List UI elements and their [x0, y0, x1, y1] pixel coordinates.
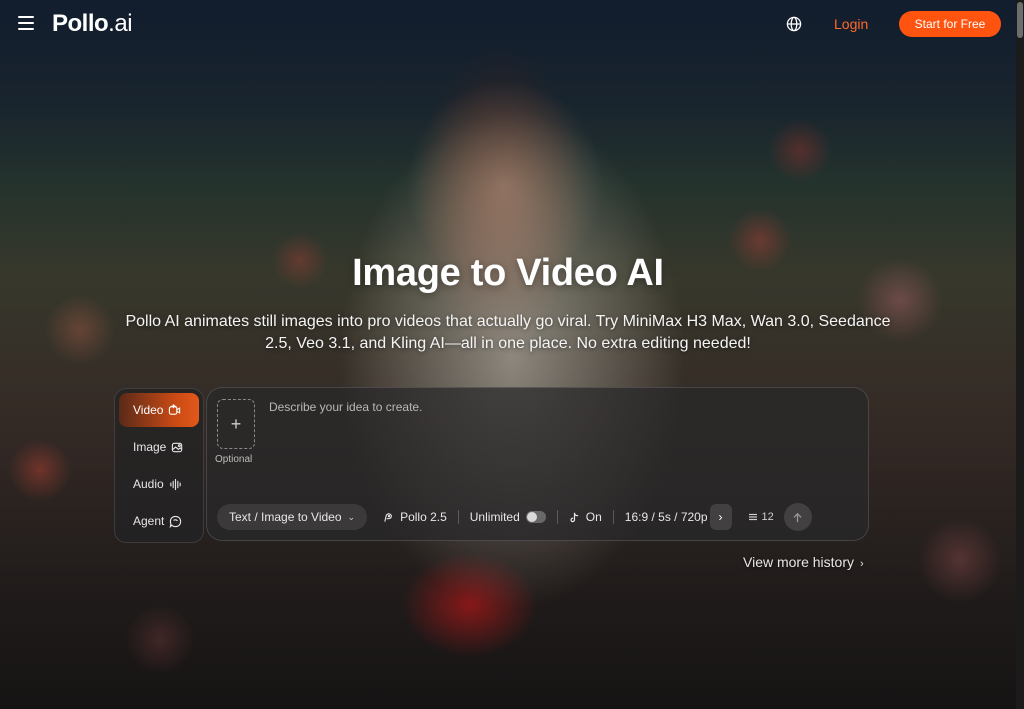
tab-audio[interactable]: Audio — [119, 467, 199, 501]
chevron-right-icon: › — [718, 510, 723, 524]
hamburger-menu-icon[interactable] — [18, 16, 34, 30]
prompt-panel: + Optional Text / Image to Video ⌄ Pollo… — [206, 387, 869, 541]
tab-video[interactable]: Video — [119, 393, 199, 427]
tab-agent-label: Agent — [133, 514, 165, 528]
history-link-label: View more history — [743, 554, 855, 570]
toolbar-divider — [457, 510, 459, 524]
plus-icon: + — [230, 414, 242, 434]
logo-main: Pollo — [52, 10, 109, 37]
pollo-model-icon — [384, 512, 392, 522]
generation-toolbar: Text / Image to Video ⌄ Pollo 2.5 Unlimi… — [217, 503, 860, 531]
pollo-logo[interactable]: Pollo.ai — [52, 10, 133, 38]
video-sparkle-icon — [169, 403, 181, 415]
upload-optional-label: Optional — [215, 454, 253, 465]
sound-value: On — [585, 510, 602, 524]
mode-tab-list: Video Image Audio Agent — [114, 388, 204, 543]
video-settings-value: 16:9 / 5s / 720p — [624, 510, 708, 524]
agent-icon — [169, 515, 182, 528]
tiktok-sound-icon — [570, 512, 579, 522]
login-link[interactable]: Login — [834, 16, 868, 32]
unlimited-label: Unlimited — [469, 510, 520, 524]
video-settings-select[interactable]: 16:9 / 5s / 720p — [625, 504, 708, 530]
page-scrollbar[interactable] — [1016, 0, 1024, 709]
chevron-down-icon: ⌄ — [347, 511, 356, 522]
top-header: Pollo.ai Login Start for Free — [0, 0, 1016, 48]
unlimited-toggle[interactable] — [525, 511, 546, 523]
start-for-free-button[interactable]: Start for Free — [899, 11, 1001, 37]
tab-image-label: Image — [133, 440, 167, 454]
mode-select-value: Text / Image to Video — [229, 510, 342, 524]
view-more-history-link[interactable]: View more history › — [743, 554, 864, 570]
image-upload-slot[interactable]: + — [217, 399, 255, 449]
sound-toggle[interactable]: On — [569, 504, 602, 530]
model-select-value: Pollo 2.5 — [400, 510, 447, 524]
credit-cost-value: 12 — [761, 511, 774, 523]
logo-suffix: .ai — [108, 10, 133, 37]
audio-wave-icon — [170, 478, 181, 490]
toolbar-divider — [612, 510, 614, 524]
generate-submit-button[interactable] — [783, 503, 812, 531]
credit-cost: 12 — [748, 511, 774, 523]
toolbar-divider — [556, 510, 558, 524]
page-title: Image to Video AI — [352, 252, 664, 294]
scrollbar-thumb[interactable] — [1017, 2, 1023, 38]
tab-image[interactable]: Image — [119, 430, 199, 464]
arrow-up-icon — [793, 512, 802, 522]
mode-select-dropdown[interactable]: Text / Image to Video ⌄ — [217, 504, 368, 530]
toggle-knob — [526, 512, 537, 522]
credits-stack-icon — [748, 513, 757, 521]
more-settings-button[interactable]: › — [709, 504, 732, 530]
globe-icon[interactable] — [786, 16, 802, 32]
page-subtitle: Pollo AI animates still images into pro … — [125, 313, 891, 352]
prompt-input[interactable] — [269, 400, 849, 440]
unlimited-toggle-group: Unlimited — [470, 504, 546, 530]
tab-audio-label: Audio — [133, 477, 164, 491]
chevron-right-icon: › — [860, 558, 864, 570]
tab-video-label: Video — [133, 403, 164, 417]
image-sparkle-icon — [172, 442, 183, 452]
model-select[interactable]: Pollo 2.5 — [383, 504, 447, 530]
tab-agent[interactable]: Agent — [119, 504, 199, 538]
